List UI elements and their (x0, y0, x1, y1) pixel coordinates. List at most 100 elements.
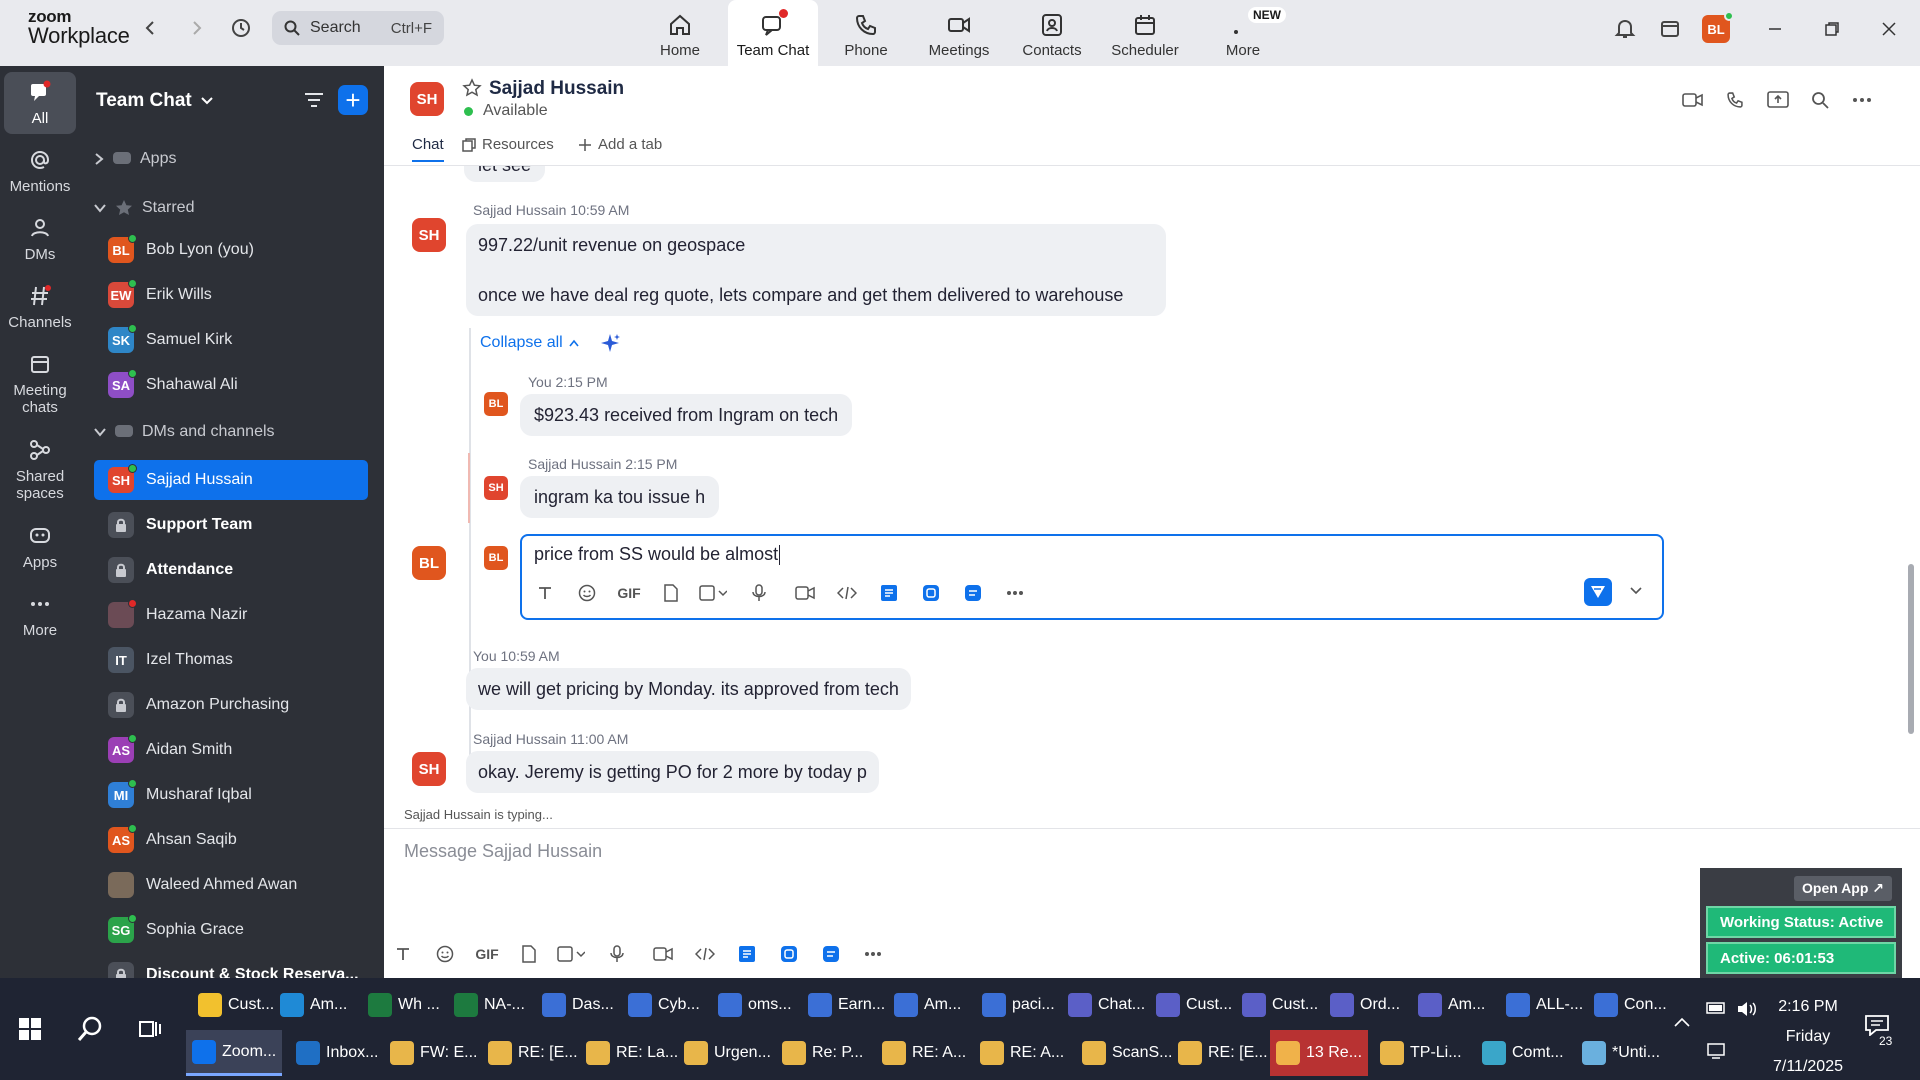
taskbar-app-row1-6[interactable]: Cyb... (622, 982, 706, 1028)
sender-avatar[interactable]: SH (412, 218, 446, 252)
tab-add[interactable]: Add a tab (578, 136, 662, 153)
tab-chat[interactable]: Chat (412, 136, 444, 162)
taskbar-app-row2-4[interactable]: RE: [E... (482, 1030, 584, 1076)
sidebar-item-waleed-ahmed-awan[interactable]: Waleed Ahmed Awan (94, 865, 368, 905)
app-icon-notes[interactable] (726, 941, 768, 967)
taskbar-app-row2-10[interactable]: ScanS... (1076, 1030, 1178, 1076)
taskbar-app-row1-15[interactable]: Am... (1412, 982, 1491, 1028)
user-avatar[interactable]: BL (1702, 11, 1734, 43)
taskbar-app-row2-9[interactable]: RE: A... (974, 1030, 1070, 1076)
taskbar-app-row1-1[interactable]: Cust... (192, 982, 280, 1028)
sidebar-item-discount-stock[interactable]: Discount & Stock Reserva... (94, 955, 368, 978)
taskbar-app-row2-8[interactable]: RE: A... (876, 1030, 972, 1076)
taskbar-app-row1-10[interactable]: paci... (976, 982, 1061, 1028)
nav-tab-more[interactable]: NEW More (1198, 0, 1288, 66)
history-icon[interactable] (227, 14, 255, 42)
taskbar-app-row1-5[interactable]: Das... (536, 982, 620, 1028)
nav-tab-contacts[interactable]: Contacts (1007, 0, 1097, 66)
app-icon-whiteboard[interactable] (810, 941, 852, 967)
sidebar-item-shahawal-ali[interactable]: SA Shahawal Ali (94, 365, 368, 405)
taskbar-app-row2-13[interactable]: TP-Li... (1374, 1030, 1468, 1076)
back-icon[interactable] (137, 14, 165, 42)
sidebar-item-aidan-smith[interactable]: AS Aidan Smith (94, 730, 368, 770)
app-icon-whiteboard[interactable] (952, 580, 994, 606)
taskbar-app-row1-2[interactable]: Am... (274, 982, 353, 1028)
bell-icon[interactable] (1611, 14, 1639, 42)
nav-tab-team-chat[interactable]: Team Chat (728, 0, 818, 66)
system-clock[interactable]: 2:16 PM Friday 7/11/2025 (1758, 992, 1858, 1080)
taskbar-app-row2-15[interactable]: *Unti... (1576, 1030, 1666, 1076)
rail-item-all[interactable]: All (4, 72, 76, 134)
file-icon[interactable] (650, 580, 692, 606)
sidebar-item-ahsan-saqib[interactable]: AS Ahsan Saqib (94, 820, 368, 860)
app-icon-docs[interactable] (768, 941, 810, 967)
sidebar-item-musharaf-iqbal[interactable]: MI Musharaf Iqbal (94, 775, 368, 815)
battery-icon[interactable] (1706, 1000, 1728, 1021)
taskbar-app-row1-16[interactable]: ALL-... (1500, 982, 1589, 1028)
sidebar-item-samuel-kirk[interactable]: SK Samuel Kirk (94, 320, 368, 360)
star-icon[interactable] (462, 78, 482, 103)
taskbar-search-icon[interactable] (60, 978, 120, 1080)
taskbar-app-row2-7[interactable]: Re: P... (776, 1030, 869, 1076)
new-chat-button[interactable]: + (338, 85, 368, 115)
sidebar-item-amazon-purchasing[interactable]: Amazon Purchasing (94, 685, 368, 725)
taskbar-app-row1-8[interactable]: Earn... (802, 982, 891, 1028)
nav-tab-meetings[interactable]: Meetings (914, 0, 1004, 66)
ai-sparkle-icon[interactable] (599, 332, 621, 354)
windows-start-icon[interactable] (0, 978, 60, 1080)
sidebar-item-sophia-grace[interactable]: SG Sophia Grace (94, 910, 368, 950)
phone-call-icon[interactable] (1721, 86, 1749, 114)
code-snippet-icon[interactable] (684, 941, 726, 967)
sidebar-title[interactable]: Team Chat (96, 90, 214, 112)
chevron-up-icon[interactable] (1674, 1014, 1690, 1032)
text-format-icon[interactable] (382, 941, 424, 967)
nav-tab-home[interactable]: Home (635, 0, 725, 66)
tab-resources[interactable]: Resources (462, 136, 554, 153)
video-message-icon[interactable] (784, 580, 826, 606)
taskbar-app-row2-11[interactable]: RE: [E... (1172, 1030, 1274, 1076)
close-button[interactable] (1869, 14, 1909, 44)
sidebar-item-bob-lyon[interactable]: BL Bob Lyon (you) (94, 230, 368, 270)
more-tools-icon[interactable] (994, 580, 1036, 606)
section-starred[interactable]: Starred (94, 198, 194, 218)
taskbar-app-row2-12[interactable]: 13 Re... (1270, 1030, 1369, 1076)
taskbar-app-row1-11[interactable]: Chat... (1062, 982, 1151, 1028)
search-input[interactable]: Search Ctrl+F (272, 11, 444, 45)
sender-avatar[interactable]: SH (412, 752, 446, 786)
calendar-top-icon[interactable] (1656, 14, 1684, 42)
app-icon-docs[interactable] (910, 580, 952, 606)
video-message-icon[interactable] (642, 941, 684, 967)
taskbar-app-row1-9[interactable]: Am... (888, 982, 967, 1028)
emoji-icon[interactable] (566, 580, 608, 606)
more-options-icon[interactable] (1848, 86, 1876, 114)
sidebar-item-sajjad-hussain[interactable]: SH Sajjad Hussain (94, 460, 368, 500)
taskbar-app-row1-13[interactable]: Cust... (1236, 982, 1324, 1028)
filter-icon[interactable] (302, 88, 326, 117)
gif-icon[interactable]: GIF (608, 580, 650, 606)
taskbar-app-row1-12[interactable]: Cust... (1150, 982, 1238, 1028)
section-apps[interactable]: Apps (94, 150, 176, 168)
text-format-icon[interactable] (524, 580, 566, 606)
rail-item-shared-spaces[interactable]: Shared spaces (4, 438, 76, 502)
rail-item-channels[interactable]: Channels (4, 284, 76, 331)
send-options-chevron-icon[interactable] (1630, 582, 1642, 600)
notification-center-icon[interactable]: 23 (1864, 1014, 1896, 1048)
forward-icon[interactable] (182, 14, 210, 42)
sidebar-item-support-team[interactable]: Support Team (94, 505, 368, 545)
contact-name[interactable]: Sajjad Hussain (489, 78, 624, 100)
sidebar-item-erik-wills[interactable]: EW Erik Wills (94, 275, 368, 315)
rail-item-apps[interactable]: Apps (4, 524, 76, 571)
share-screen-icon[interactable] (1764, 86, 1792, 114)
network-icon[interactable] (1706, 1042, 1728, 1065)
sender-avatar[interactable]: BL (484, 546, 508, 570)
contact-avatar[interactable]: SH (410, 82, 444, 116)
send-button[interactable] (1584, 578, 1612, 606)
search-icon[interactable] (1806, 86, 1834, 114)
nav-tab-phone[interactable]: Phone (821, 0, 911, 66)
more-tools-icon[interactable] (852, 941, 894, 967)
rail-item-dms[interactable]: DMs (4, 216, 76, 263)
sender-avatar[interactable]: BL (484, 392, 508, 416)
taskbar-app-row1-14[interactable]: Ord... (1324, 982, 1406, 1028)
gif-icon[interactable]: GIF (466, 941, 508, 967)
code-snippet-icon[interactable] (826, 580, 868, 606)
